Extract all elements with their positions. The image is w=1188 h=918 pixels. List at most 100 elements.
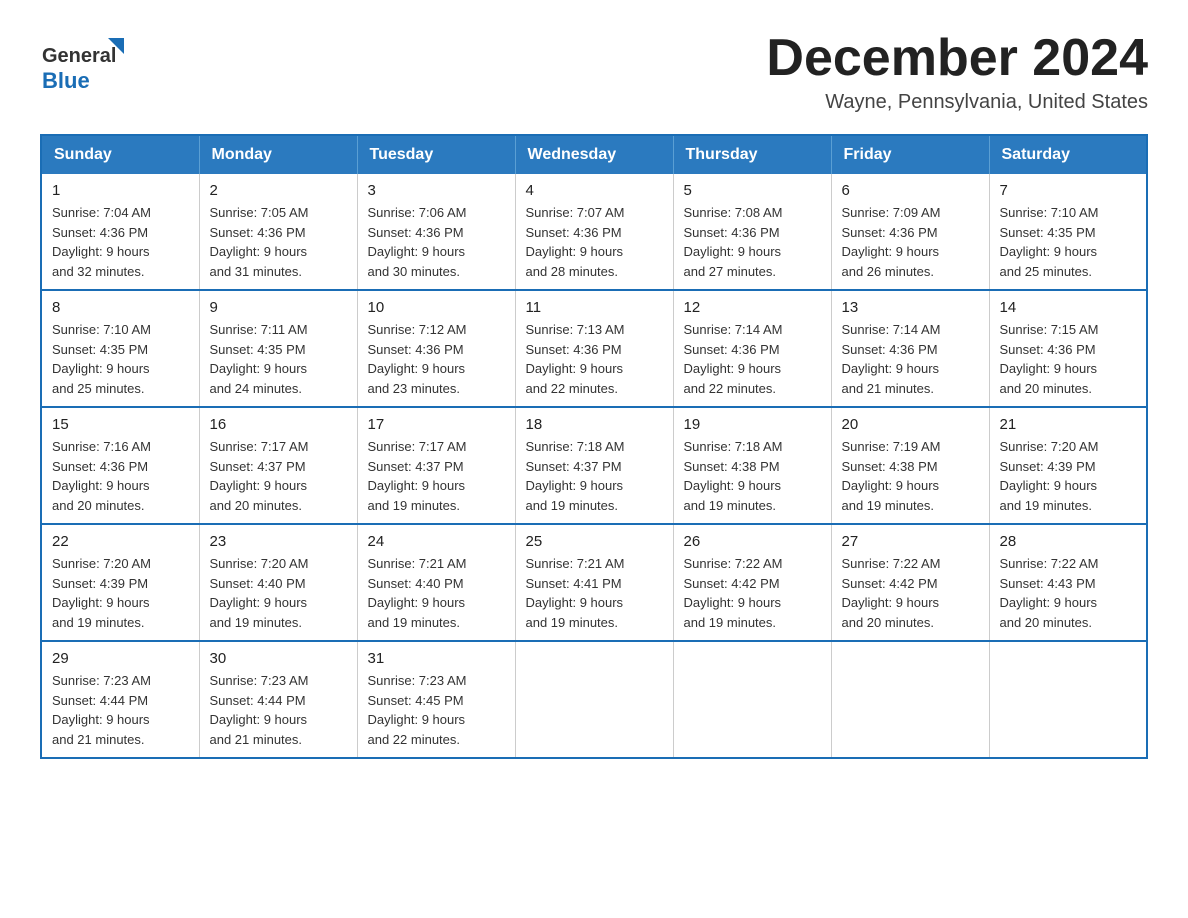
day-number: 30 (210, 650, 347, 667)
day-number: 22 (52, 533, 189, 550)
day-info: Sunrise: 7:08 AM Sunset: 4:36 PM Dayligh… (684, 203, 821, 281)
day-info: Sunrise: 7:22 AM Sunset: 4:42 PM Dayligh… (842, 554, 979, 632)
day-info: Sunrise: 7:23 AM Sunset: 4:45 PM Dayligh… (368, 671, 505, 749)
day-number: 9 (210, 299, 347, 316)
calendar-day-cell: 28 Sunrise: 7:22 AM Sunset: 4:43 PM Dayl… (989, 524, 1147, 641)
day-number: 13 (842, 299, 979, 316)
day-number: 4 (526, 182, 663, 199)
logo-image: General Blue (40, 30, 130, 105)
calendar-day-cell: 27 Sunrise: 7:22 AM Sunset: 4:42 PM Dayl… (831, 524, 989, 641)
calendar-day-cell (831, 641, 989, 758)
day-number: 15 (52, 416, 189, 433)
calendar-day-cell: 8 Sunrise: 7:10 AM Sunset: 4:35 PM Dayli… (41, 290, 199, 407)
day-number: 8 (52, 299, 189, 316)
day-info: Sunrise: 7:18 AM Sunset: 4:38 PM Dayligh… (684, 437, 821, 515)
day-info: Sunrise: 7:07 AM Sunset: 4:36 PM Dayligh… (526, 203, 663, 281)
calendar-day-cell: 30 Sunrise: 7:23 AM Sunset: 4:44 PM Dayl… (199, 641, 357, 758)
page-subtitle: Wayne, Pennsylvania, United States (766, 91, 1148, 114)
calendar-day-cell: 3 Sunrise: 7:06 AM Sunset: 4:36 PM Dayli… (357, 174, 515, 290)
day-info: Sunrise: 7:13 AM Sunset: 4:36 PM Dayligh… (526, 320, 663, 398)
day-info: Sunrise: 7:17 AM Sunset: 4:37 PM Dayligh… (368, 437, 505, 515)
day-number: 23 (210, 533, 347, 550)
calendar-day-cell (673, 641, 831, 758)
calendar-day-cell: 10 Sunrise: 7:12 AM Sunset: 4:36 PM Dayl… (357, 290, 515, 407)
calendar-day-cell: 5 Sunrise: 7:08 AM Sunset: 4:36 PM Dayli… (673, 174, 831, 290)
calendar-week-row: 8 Sunrise: 7:10 AM Sunset: 4:35 PM Dayli… (41, 290, 1147, 407)
calendar-day-header: Tuesday (357, 135, 515, 174)
title-section: December 2024 Wayne, Pennsylvania, Unite… (766, 30, 1148, 114)
day-info: Sunrise: 7:20 AM Sunset: 4:39 PM Dayligh… (1000, 437, 1137, 515)
day-number: 21 (1000, 416, 1137, 433)
calendar-day-header: Thursday (673, 135, 831, 174)
day-number: 29 (52, 650, 189, 667)
day-number: 19 (684, 416, 821, 433)
day-number: 18 (526, 416, 663, 433)
day-info: Sunrise: 7:23 AM Sunset: 4:44 PM Dayligh… (52, 671, 189, 749)
day-number: 31 (368, 650, 505, 667)
day-number: 17 (368, 416, 505, 433)
day-info: Sunrise: 7:16 AM Sunset: 4:36 PM Dayligh… (52, 437, 189, 515)
day-info: Sunrise: 7:14 AM Sunset: 4:36 PM Dayligh… (842, 320, 979, 398)
calendar-day-cell: 19 Sunrise: 7:18 AM Sunset: 4:38 PM Dayl… (673, 407, 831, 524)
calendar-table: SundayMondayTuesdayWednesdayThursdayFrid… (40, 134, 1148, 759)
day-info: Sunrise: 7:20 AM Sunset: 4:39 PM Dayligh… (52, 554, 189, 632)
day-number: 25 (526, 533, 663, 550)
calendar-day-cell: 15 Sunrise: 7:16 AM Sunset: 4:36 PM Dayl… (41, 407, 199, 524)
day-number: 24 (368, 533, 505, 550)
calendar-day-cell (989, 641, 1147, 758)
calendar-day-cell: 26 Sunrise: 7:22 AM Sunset: 4:42 PM Dayl… (673, 524, 831, 641)
day-number: 27 (842, 533, 979, 550)
calendar-day-cell: 18 Sunrise: 7:18 AM Sunset: 4:37 PM Dayl… (515, 407, 673, 524)
calendar-day-cell: 22 Sunrise: 7:20 AM Sunset: 4:39 PM Dayl… (41, 524, 199, 641)
day-info: Sunrise: 7:06 AM Sunset: 4:36 PM Dayligh… (368, 203, 505, 281)
day-info: Sunrise: 7:12 AM Sunset: 4:36 PM Dayligh… (368, 320, 505, 398)
calendar-day-header: Sunday (41, 135, 199, 174)
day-info: Sunrise: 7:18 AM Sunset: 4:37 PM Dayligh… (526, 437, 663, 515)
calendar-day-cell: 1 Sunrise: 7:04 AM Sunset: 4:36 PM Dayli… (41, 174, 199, 290)
calendar-day-cell: 23 Sunrise: 7:20 AM Sunset: 4:40 PM Dayl… (199, 524, 357, 641)
day-info: Sunrise: 7:20 AM Sunset: 4:40 PM Dayligh… (210, 554, 347, 632)
day-number: 10 (368, 299, 505, 316)
calendar-week-row: 29 Sunrise: 7:23 AM Sunset: 4:44 PM Dayl… (41, 641, 1147, 758)
calendar-day-cell: 29 Sunrise: 7:23 AM Sunset: 4:44 PM Dayl… (41, 641, 199, 758)
day-info: Sunrise: 7:23 AM Sunset: 4:44 PM Dayligh… (210, 671, 347, 749)
calendar-day-cell: 2 Sunrise: 7:05 AM Sunset: 4:36 PM Dayli… (199, 174, 357, 290)
calendar-day-cell: 31 Sunrise: 7:23 AM Sunset: 4:45 PM Dayl… (357, 641, 515, 758)
calendar-day-header: Friday (831, 135, 989, 174)
calendar-day-cell: 12 Sunrise: 7:14 AM Sunset: 4:36 PM Dayl… (673, 290, 831, 407)
day-number: 16 (210, 416, 347, 433)
calendar-day-cell: 4 Sunrise: 7:07 AM Sunset: 4:36 PM Dayli… (515, 174, 673, 290)
day-number: 3 (368, 182, 505, 199)
calendar-day-cell: 6 Sunrise: 7:09 AM Sunset: 4:36 PM Dayli… (831, 174, 989, 290)
calendar-day-cell: 11 Sunrise: 7:13 AM Sunset: 4:36 PM Dayl… (515, 290, 673, 407)
day-number: 5 (684, 182, 821, 199)
calendar-day-header: Saturday (989, 135, 1147, 174)
calendar-day-cell: 24 Sunrise: 7:21 AM Sunset: 4:40 PM Dayl… (357, 524, 515, 641)
calendar-week-row: 22 Sunrise: 7:20 AM Sunset: 4:39 PM Dayl… (41, 524, 1147, 641)
day-number: 6 (842, 182, 979, 199)
calendar-day-cell (515, 641, 673, 758)
day-info: Sunrise: 7:05 AM Sunset: 4:36 PM Dayligh… (210, 203, 347, 281)
day-info: Sunrise: 7:14 AM Sunset: 4:36 PM Dayligh… (684, 320, 821, 398)
day-number: 20 (842, 416, 979, 433)
day-number: 11 (526, 299, 663, 316)
calendar-week-row: 1 Sunrise: 7:04 AM Sunset: 4:36 PM Dayli… (41, 174, 1147, 290)
day-info: Sunrise: 7:11 AM Sunset: 4:35 PM Dayligh… (210, 320, 347, 398)
day-number: 14 (1000, 299, 1137, 316)
day-number: 26 (684, 533, 821, 550)
day-info: Sunrise: 7:21 AM Sunset: 4:40 PM Dayligh… (368, 554, 505, 632)
calendar-week-row: 15 Sunrise: 7:16 AM Sunset: 4:36 PM Dayl… (41, 407, 1147, 524)
calendar-day-cell: 9 Sunrise: 7:11 AM Sunset: 4:35 PM Dayli… (199, 290, 357, 407)
svg-text:General: General (42, 45, 116, 67)
day-number: 2 (210, 182, 347, 199)
calendar-day-cell: 13 Sunrise: 7:14 AM Sunset: 4:36 PM Dayl… (831, 290, 989, 407)
calendar-day-cell: 20 Sunrise: 7:19 AM Sunset: 4:38 PM Dayl… (831, 407, 989, 524)
calendar-header-row: SundayMondayTuesdayWednesdayThursdayFrid… (41, 135, 1147, 174)
day-info: Sunrise: 7:17 AM Sunset: 4:37 PM Dayligh… (210, 437, 347, 515)
calendar-day-header: Monday (199, 135, 357, 174)
day-info: Sunrise: 7:04 AM Sunset: 4:36 PM Dayligh… (52, 203, 189, 281)
day-info: Sunrise: 7:21 AM Sunset: 4:41 PM Dayligh… (526, 554, 663, 632)
day-number: 12 (684, 299, 821, 316)
calendar-day-cell: 14 Sunrise: 7:15 AM Sunset: 4:36 PM Dayl… (989, 290, 1147, 407)
calendar-day-cell: 7 Sunrise: 7:10 AM Sunset: 4:35 PM Dayli… (989, 174, 1147, 290)
